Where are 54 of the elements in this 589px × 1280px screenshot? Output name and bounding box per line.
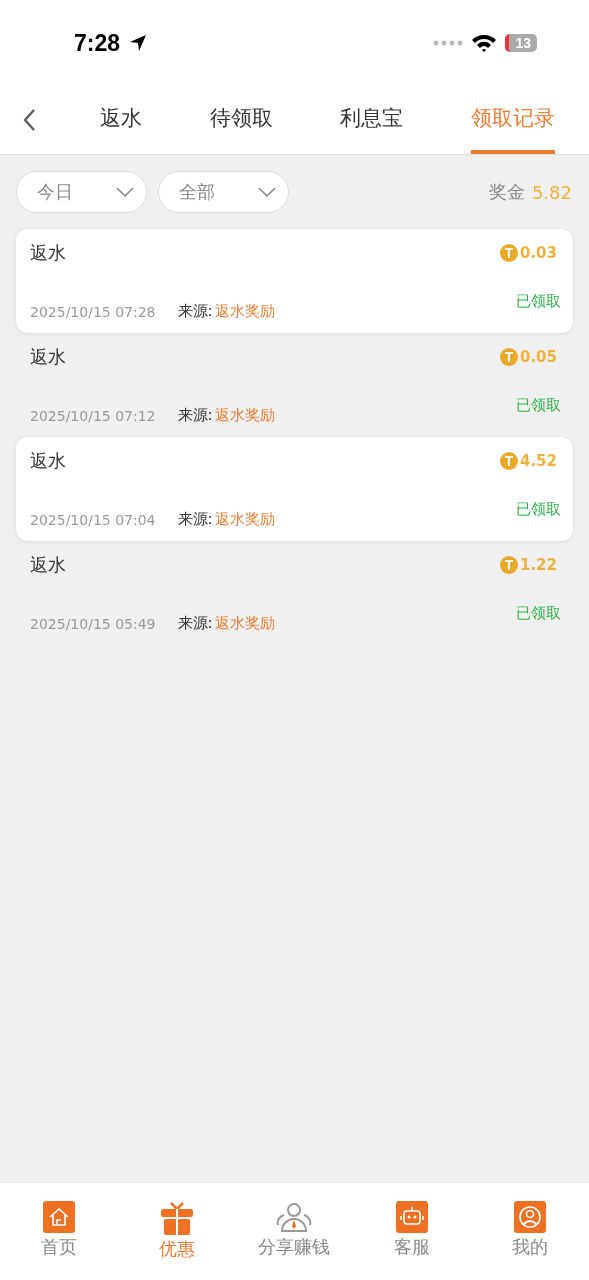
status-time: 7:28 xyxy=(74,29,121,57)
tab[interactable]: 返水 xyxy=(99,86,142,154)
status-tag: 已领取 xyxy=(516,292,561,311)
signal-dots-icon xyxy=(433,40,464,46)
tab[interactable]: 待领取 xyxy=(209,86,273,154)
chevron-down-icon xyxy=(258,187,276,197)
source-label: 来源: xyxy=(177,614,213,633)
record-time: 2025/10/15 07:28 xyxy=(30,303,156,320)
record-time: 2025/10/15 07:12 xyxy=(30,407,156,424)
tab[interactable]: 利息宝 xyxy=(340,86,404,154)
location-arrow-icon xyxy=(128,33,149,53)
record-title: 返水 xyxy=(30,449,66,473)
nav-item[interactable]: 优惠 xyxy=(126,1201,227,1261)
user-icon xyxy=(514,1201,547,1233)
battery-level: 13 xyxy=(505,34,537,52)
source-value: 返水奖励 xyxy=(214,302,275,321)
chevron-down-icon xyxy=(116,187,134,197)
coin-icon xyxy=(500,244,518,262)
source-value: 返水奖励 xyxy=(214,614,275,633)
bonus-label: 奖金 xyxy=(488,180,525,204)
coin-icon xyxy=(500,556,518,574)
source-label: 来源: xyxy=(177,302,213,321)
nav-item[interactable]: 分享赚钱 xyxy=(244,1201,345,1261)
wifi-icon xyxy=(471,33,498,53)
gift-icon xyxy=(160,1201,193,1235)
record-time: 2025/10/15 07:04 xyxy=(30,511,156,528)
home-icon xyxy=(42,1201,75,1233)
nav-item[interactable]: 客服 xyxy=(362,1201,463,1261)
source-label: 来源: xyxy=(177,406,213,425)
source-label: 来源: xyxy=(177,510,213,529)
nav-item[interactable]: 我的 xyxy=(480,1201,581,1261)
tab[interactable]: 领取记录 xyxy=(471,86,556,154)
record-time: 2025/10/15 05:49 xyxy=(30,615,156,632)
record-amount: 0.05 xyxy=(520,348,557,366)
status-tag: 已领取 xyxy=(516,604,561,623)
nav-item[interactable]: 首页 xyxy=(8,1201,109,1261)
robot-icon xyxy=(396,1201,429,1233)
record-amount: 4.52 xyxy=(520,452,557,470)
status-tag: 已领取 xyxy=(516,396,561,415)
record-title: 返水 xyxy=(30,553,66,577)
filter-dropdown[interactable]: 全部 xyxy=(158,171,289,213)
people-icon xyxy=(276,1201,313,1233)
bonus-value: 5.82 xyxy=(531,181,572,203)
status-tag: 已领取 xyxy=(516,500,561,519)
coin-icon xyxy=(500,452,518,470)
record-title: 返水 xyxy=(30,345,66,369)
coin-icon xyxy=(500,348,518,366)
back-icon[interactable] xyxy=(22,108,36,132)
source-value: 返水奖励 xyxy=(214,406,275,425)
source-value: 返水奖励 xyxy=(214,510,275,529)
record-title: 返水 xyxy=(30,241,66,265)
record-amount: 0.03 xyxy=(520,244,557,262)
record-amount: 1.22 xyxy=(520,556,557,574)
filter-dropdown[interactable]: 今日 xyxy=(16,171,147,213)
